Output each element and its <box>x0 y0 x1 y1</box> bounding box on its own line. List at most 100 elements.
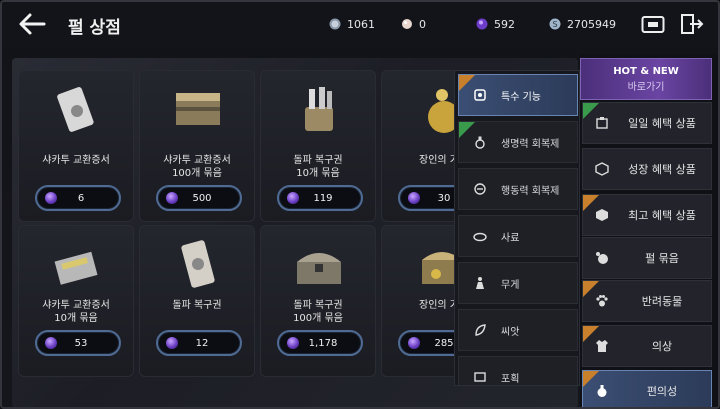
seed-icon <box>475 324 486 336</box>
dropdown-item-label: 행동력 회복제 <box>501 185 560 197</box>
currency-silver-coin: 1061 <box>329 16 375 32</box>
feed-icon <box>473 232 487 242</box>
price-value: 53 <box>74 337 88 349</box>
price-value: 6 <box>77 192 85 204</box>
tag-corner-icon <box>583 103 599 119</box>
purple-gem-icon <box>287 337 299 349</box>
tag-corner-icon <box>583 195 599 211</box>
price-button[interactable]: 12 <box>156 330 242 356</box>
shop-item-card[interactable]: 샤카투 교환증서 6 <box>18 70 134 222</box>
price-button[interactable]: 119 <box>277 185 363 211</box>
treasure-chest-icon <box>297 253 341 284</box>
dropdown-item-label: 생명력 회복제 <box>501 138 560 150</box>
exit-door-icon[interactable] <box>680 13 704 35</box>
category-sidebar: HOT & NEW 바로가기 일일 혜택 상품 성장 혜택 상품 최고 혜택 상… <box>580 54 718 407</box>
sidebar-item-daily[interactable]: 일일 혜택 상품 <box>582 102 712 144</box>
price-button[interactable]: 53 <box>35 330 121 356</box>
hot-new-subtitle: 바로가기 <box>627 82 665 93</box>
price-value: 1,178 <box>308 337 338 349</box>
currency-value: 2705949 <box>567 17 616 31</box>
item-name: 돌파 복구권 <box>293 155 343 166</box>
pearl-icon <box>402 19 412 29</box>
hot-new-title: HOT & NEW <box>613 66 679 77</box>
growth-box-icon <box>595 162 609 176</box>
sidebar-item-label: 일일 혜택 상품 <box>628 117 696 130</box>
dropdown-item-label: 씨앗 <box>501 326 520 338</box>
purple-gem-icon <box>45 337 57 349</box>
price-button[interactable]: 1,178 <box>277 330 363 356</box>
sidebar-item-convenience[interactable]: 편의성 <box>582 370 712 407</box>
purple-gem-icon <box>476 18 488 30</box>
sidebar-item-label: 의상 <box>651 340 673 353</box>
dropdown-item-label: 사료 <box>501 232 520 244</box>
silver-s-icon: S <box>549 18 561 30</box>
shop-item-card[interactable]: 돌파 복구권 10개 묶음 119 <box>260 70 376 222</box>
sidebar-item-pet[interactable]: 반려동물 <box>582 280 712 322</box>
item-name: 돌파 복구권 <box>293 300 343 311</box>
dropdown-item-hp-potion[interactable]: 생명력 회복제 <box>458 121 578 163</box>
sidebar-item-label: 편의성 <box>646 385 678 398</box>
scroll-bundle-icon <box>176 93 220 125</box>
currency-value: 592 <box>494 17 515 31</box>
certificate-box-icon <box>54 251 98 285</box>
sidebar-item-outfit[interactable]: 의상 <box>582 325 712 367</box>
sidebar-item-label: 성장 혜택 상품 <box>628 163 696 176</box>
tag-corner-icon <box>583 371 599 387</box>
svg-text:S: S <box>552 20 557 29</box>
tag-corner-icon <box>459 75 475 91</box>
currency-pearl: 0 <box>401 16 426 32</box>
price-value: 500 <box>192 192 212 204</box>
price-button[interactable]: 500 <box>156 185 242 211</box>
dropdown-item-special[interactable]: 특수 기능 <box>458 74 578 116</box>
silver-coin-icon <box>329 18 341 30</box>
inventory-box-icon[interactable] <box>641 14 665 34</box>
shop-window: 펄 상점 1061 0 592 S 2705949 샤카투 교환증서 6 샤카투… <box>0 0 720 409</box>
dropdown-item-capture[interactable]: 포획 <box>458 356 578 385</box>
sidebar-item-label: 반려동물 <box>641 295 683 308</box>
dropdown-item-label: 포획 <box>501 373 520 385</box>
capture-icon <box>474 372 486 382</box>
tag-corner-icon <box>583 326 599 342</box>
currency-purple-gem: 592 <box>476 16 515 32</box>
item-name: 돌파 복구권 <box>172 300 222 311</box>
purple-gem-icon <box>166 192 178 204</box>
weight-icon <box>476 277 484 289</box>
sidebar-item-best[interactable]: 최고 혜택 상품 <box>582 194 712 236</box>
shop-item-card[interactable]: 돌파 복구권 100개 묶음 1,178 <box>260 225 376 377</box>
purple-gem-icon <box>408 337 420 349</box>
dropdown-item-label: 무게 <box>501 279 520 291</box>
dropdown-item-weight[interactable]: 무게 <box>458 262 578 304</box>
purple-gem-icon <box>166 337 178 349</box>
tag-corner-icon <box>459 122 475 138</box>
header-bar: 펄 상점 1061 0 592 S 2705949 <box>2 2 718 46</box>
sidebar-item-pearl-bundle[interactable]: 펄 묶음 <box>582 237 712 279</box>
scroll-icon <box>181 240 215 288</box>
item-name: 샤카투 교환증서 <box>42 155 110 166</box>
price-button[interactable]: 6 <box>35 185 121 211</box>
price-value: 12 <box>195 337 209 349</box>
dropdown-item-seed[interactable]: 씨앗 <box>458 309 578 351</box>
back-arrow-icon[interactable] <box>18 12 46 36</box>
shop-item-card[interactable]: 샤카투 교환증서 10개 묶음 53 <box>18 225 134 377</box>
hot-new-banner[interactable]: HOT & NEW 바로가기 <box>580 58 712 100</box>
pearl-bundle-icon <box>596 252 608 264</box>
special-function-icon <box>474 89 486 101</box>
scroll-bucket-icon <box>305 87 333 131</box>
potion-icon <box>475 136 485 149</box>
stamina-icon <box>474 183 486 195</box>
dropdown-item-label: 특수 기능 <box>501 91 541 103</box>
dropdown-item-stamina-potion[interactable]: 행동력 회복제 <box>458 168 578 210</box>
purple-gem-icon <box>287 192 299 204</box>
item-qty: 100개 묶음 <box>293 313 343 324</box>
sidebar-item-label: 펄 묶음 <box>645 252 679 265</box>
shop-item-card[interactable]: 돌파 복구권 12 <box>139 225 255 377</box>
currency-value: 1061 <box>347 17 375 31</box>
dropdown-item-feed[interactable]: 사료 <box>458 215 578 257</box>
item-qty: 10개 묶음 <box>296 168 340 179</box>
price-value: 119 <box>313 192 333 204</box>
sidebar-item-growth[interactable]: 성장 혜택 상품 <box>582 148 712 190</box>
page-title: 펄 상점 <box>68 18 121 38</box>
scroll-icon <box>57 87 94 132</box>
shop-item-card[interactable]: 샤카투 교환증서 100개 묶음 500 <box>139 70 255 222</box>
purple-gem-icon <box>408 192 420 204</box>
